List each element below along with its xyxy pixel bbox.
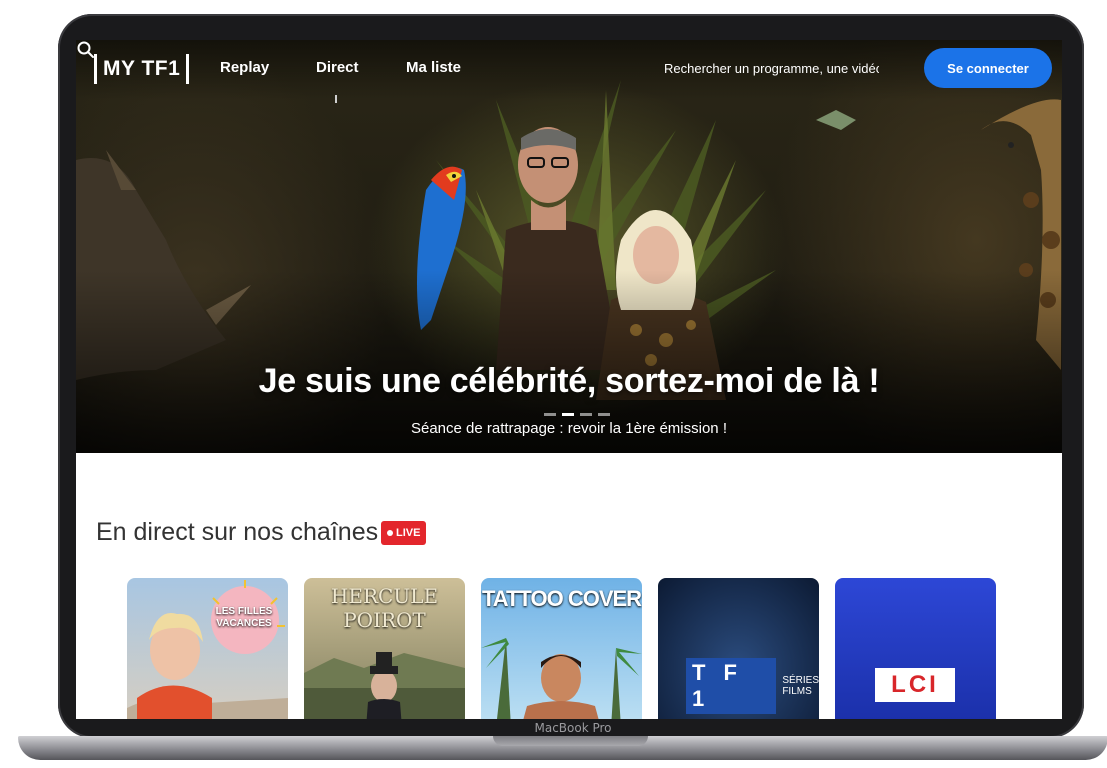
search-icon[interactable] bbox=[76, 40, 96, 60]
logo-text: MY TF1 bbox=[103, 57, 181, 80]
lci-logo: LCI bbox=[875, 668, 955, 702]
carousel-dots bbox=[544, 413, 610, 416]
card-art-line: POIROT bbox=[343, 608, 426, 632]
carousel-dot[interactable] bbox=[544, 413, 556, 416]
live-dot-icon bbox=[387, 530, 393, 536]
tf1-logo-sub-line: FILMS bbox=[782, 686, 812, 697]
channel-card-artwork bbox=[127, 580, 288, 719]
channel-card-tf1[interactable]: LES FILLES VACANCES bbox=[127, 578, 288, 719]
tf1-logo-subtext: SÉRIES FILMS bbox=[782, 675, 819, 697]
channel-card-art-text: HERCULE POIROT bbox=[304, 584, 465, 632]
nav-active-indicator bbox=[335, 95, 337, 103]
card-art-line: HERCULE bbox=[330, 584, 439, 608]
carousel-dot[interactable] bbox=[580, 413, 592, 416]
channel-card-art-text: LES FILLES VACANCES bbox=[205, 606, 283, 630]
hero-subtitle: Séance de rattrapage : revoir la 1ère ém… bbox=[410, 420, 727, 437]
mytf1-logo[interactable]: MY TF1 bbox=[94, 54, 190, 84]
login-button[interactable]: Se connecter bbox=[924, 48, 1052, 88]
tf1-series-films-logo: T F 1 SÉRIES FILMS bbox=[686, 658, 819, 714]
search-input[interactable]: Rechercher un programme, une vidéo... bbox=[664, 61, 879, 76]
hero-title[interactable]: Je suis une célébrité, sortez-moi de là … bbox=[76, 362, 1062, 401]
card-art-line: TATTOO COVER bbox=[481, 586, 642, 611]
browser-screen: MY TF1 Replay Direct Ma liste Rechercher… bbox=[76, 40, 1062, 719]
logo-bar-right bbox=[186, 54, 190, 84]
live-badge: LIVE bbox=[381, 521, 427, 545]
carousel-dot[interactable] bbox=[598, 413, 610, 416]
laptop-notch bbox=[493, 736, 648, 746]
carousel-dot-active[interactable] bbox=[562, 413, 574, 416]
channel-card-tmc[interactable]: HERCULE POIROT bbox=[304, 578, 465, 719]
card-art-line: LES FILLES bbox=[215, 606, 273, 617]
nav-link-replay[interactable]: Replay bbox=[220, 59, 269, 76]
channel-card-art-text: TATTOO COVER bbox=[481, 586, 642, 612]
channel-card-tf1-series-films[interactable]: T F 1 SÉRIES FILMS bbox=[658, 578, 819, 719]
channel-card-tfx[interactable]: TATTOO COVER bbox=[481, 578, 642, 719]
nav-link-ma-liste[interactable]: Ma liste bbox=[406, 59, 461, 76]
laptop-model-label: MacBook Pro bbox=[534, 721, 612, 735]
lci-logo-text: LCI bbox=[891, 671, 939, 698]
top-navigation: MY TF1 Replay Direct Ma liste Rechercher… bbox=[76, 40, 1062, 103]
channel-card-lci[interactable]: LCI bbox=[835, 578, 996, 719]
tf1-logo-sub-line: SÉRIES bbox=[782, 675, 819, 686]
hero-banner[interactable]: MY TF1 Replay Direct Ma liste Rechercher… bbox=[76, 40, 1062, 453]
nav-link-direct[interactable]: Direct bbox=[316, 59, 359, 76]
tf1-logo-text: T F 1 bbox=[686, 658, 777, 714]
live-badge-label: LIVE bbox=[396, 527, 421, 539]
live-section-title: En direct sur nos chaînes bbox=[96, 518, 379, 546]
card-art-line: VACANCES bbox=[216, 618, 272, 629]
